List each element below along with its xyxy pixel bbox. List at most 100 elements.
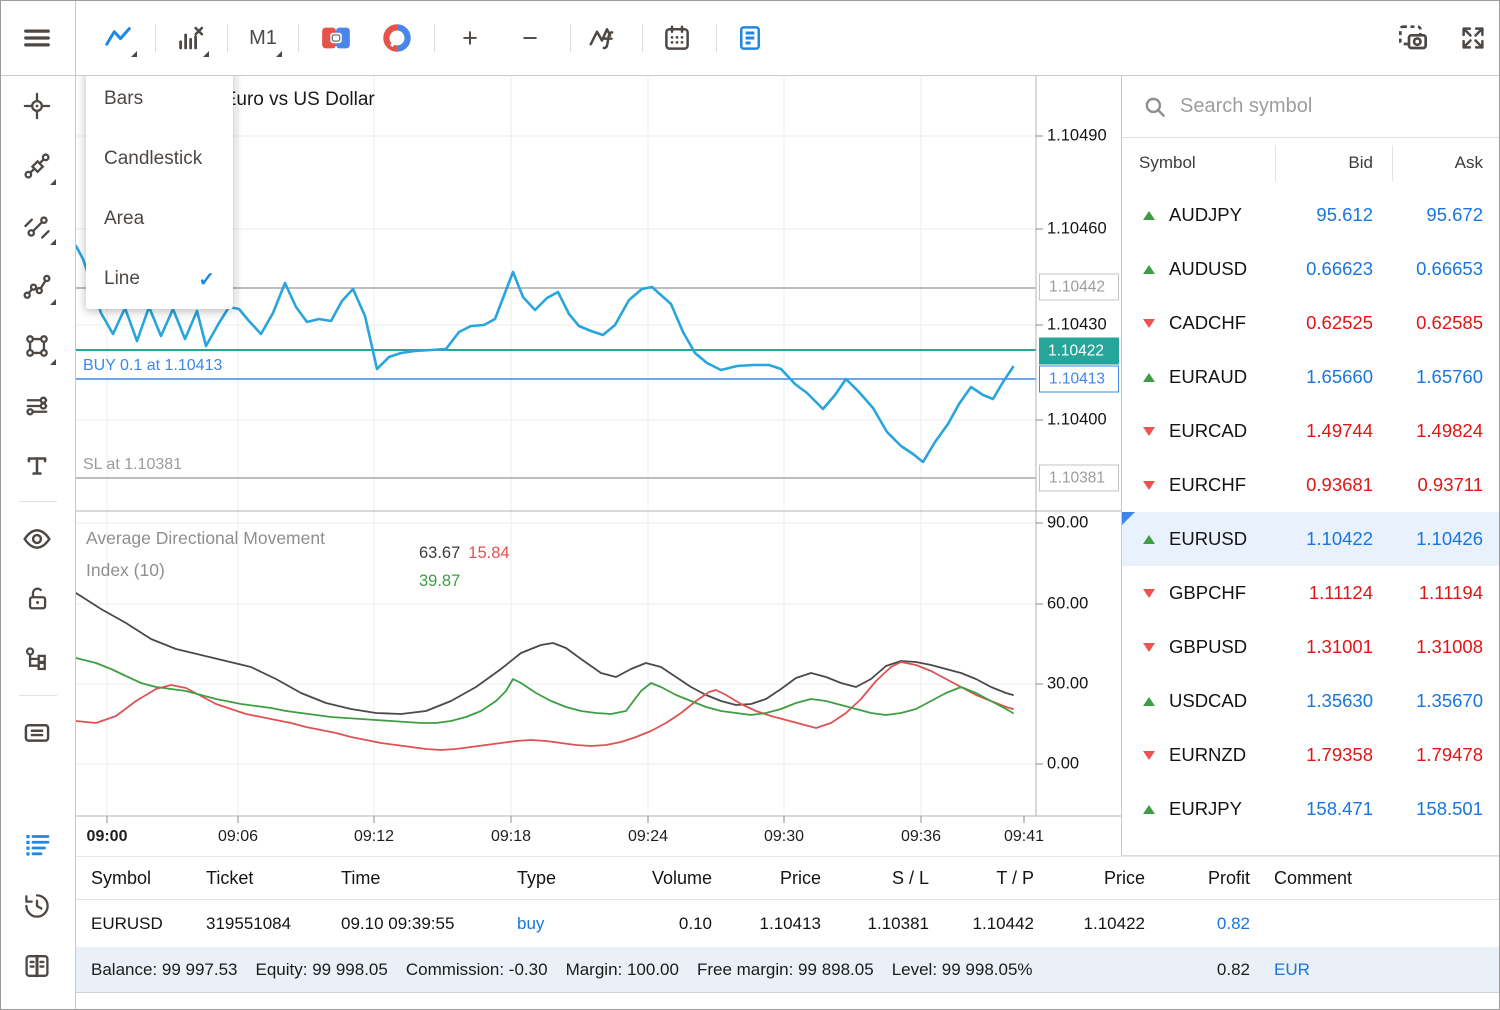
economic-calendar-button[interactable]	[655, 16, 699, 60]
bid-price: 1.31001	[1253, 636, 1373, 658]
ask-price: 1.10426	[1373, 528, 1483, 550]
header-tp[interactable]: T / P	[929, 868, 1034, 889]
main-menu-button[interactable]	[15, 16, 59, 60]
screenshot-button[interactable]	[1391, 16, 1435, 60]
horizontal-levels-icon	[22, 391, 52, 421]
market-watch-row[interactable]: EURJPY 158.471 158.501	[1122, 782, 1500, 836]
line-chart-icon	[103, 23, 133, 53]
trend-arrow-icon	[1143, 589, 1155, 598]
rectangle-shape-icon	[22, 331, 52, 361]
market-watch-row[interactable]: AUDJPY 95.612 95.672	[1122, 188, 1500, 242]
print-button[interactable]	[15, 710, 59, 754]
market-watch-row[interactable]: AUDUSD 0.66623 0.66653	[1122, 242, 1500, 296]
trade-tab-button[interactable]	[15, 822, 59, 866]
menu-item-label: Bars	[104, 88, 143, 110]
sidebar-divider	[19, 695, 57, 696]
zoom-out-button[interactable]: −	[508, 16, 552, 60]
trend-arrow-icon	[1143, 211, 1155, 220]
toolbar-divider	[716, 24, 717, 52]
toolbar-divider	[570, 24, 571, 52]
header-symbol[interactable]: Symbol	[91, 868, 206, 889]
text-icon	[22, 451, 52, 481]
drawing-tools-sidebar	[1, 76, 76, 1010]
account-currency[interactable]: EUR	[1274, 960, 1310, 980]
header-time[interactable]: Time	[341, 868, 517, 889]
market-watch-row[interactable]: EURCAD 1.49744 1.49824	[1122, 404, 1500, 458]
market-watch-row[interactable]: CADCHF 0.62525 0.62585	[1122, 296, 1500, 350]
window-layout-button[interactable]	[728, 16, 772, 60]
market-depth-button[interactable]	[375, 16, 419, 60]
market-watch-row[interactable]: EURNZD 1.79358 1.79478	[1122, 728, 1500, 782]
journal-tab-button[interactable]	[15, 944, 59, 988]
polyline-tool-button[interactable]	[15, 264, 59, 308]
price-axis-label: 1.10442	[1039, 274, 1119, 301]
header-price[interactable]: Price	[712, 868, 821, 889]
symbol-name: EURCAD	[1169, 420, 1247, 442]
header-type[interactable]: Type	[517, 868, 602, 889]
header-profit[interactable]: Profit	[1145, 868, 1250, 889]
search-icon	[1142, 94, 1168, 120]
price-axis-label: 1.10460	[1047, 216, 1107, 243]
history-tab-button[interactable]	[15, 884, 59, 928]
position-row[interactable]: EURUSD 319551084 09.10 09:39:55 buy 0.10…	[76, 900, 1500, 947]
account-metric: Commission: -0.30	[406, 960, 548, 979]
header-comment[interactable]: Comment	[1250, 868, 1500, 889]
indicator-axis-label: 60.00	[1047, 595, 1088, 614]
fullscreen-button[interactable]	[1451, 16, 1495, 60]
crosshair-icon	[22, 91, 52, 121]
ask-price: 1.79478	[1373, 744, 1483, 766]
header-ticket[interactable]: Ticket	[206, 868, 341, 889]
position-current-price: 1.10422	[1034, 914, 1145, 934]
price-axis-label: 1.10400	[1047, 407, 1107, 434]
column-divider	[1275, 145, 1276, 181]
bid-price: 1.49744	[1253, 420, 1373, 442]
market-watch-row[interactable]: USDCAD 1.35630 1.35670	[1122, 674, 1500, 728]
market-watch-row[interactable]: EURCHF 0.93681 0.93711	[1122, 458, 1500, 512]
trend-arrow-icon	[1143, 319, 1155, 328]
header-current-price[interactable]: Price	[1034, 868, 1145, 889]
chart-type-button[interactable]	[96, 16, 140, 60]
printer-icon	[21, 716, 53, 748]
lock-objects-button[interactable]	[15, 577, 59, 621]
object-visibility-button[interactable]	[15, 517, 59, 561]
chart-type-menu-item[interactable]: Candlestick	[86, 129, 233, 189]
depth-donut-icon	[382, 23, 412, 53]
market-watch-row[interactable]: EURAUD 1.65660 1.65760	[1122, 350, 1500, 404]
zoom-in-button[interactable]: +	[448, 16, 492, 60]
ask-price: 0.66653	[1373, 258, 1483, 280]
column-header-bid[interactable]: Bid	[1253, 153, 1373, 173]
toolbar-divider	[642, 24, 643, 52]
fibonacci-tool-button[interactable]	[15, 144, 59, 188]
top-toolbar: M1 + −	[1, 1, 1500, 76]
ask-price: 1.11194	[1373, 582, 1483, 604]
column-header-ask[interactable]: Ask	[1373, 153, 1483, 173]
calendar-icon	[662, 23, 692, 53]
symbol-search-bar	[1122, 76, 1500, 138]
market-watch-row[interactable]: GBPUSD 1.31001 1.31008	[1122, 620, 1500, 674]
timeframe-button[interactable]: M1	[241, 16, 285, 60]
chart-type-menu-item[interactable]: Line ✓	[86, 249, 233, 309]
shapes-tool-button[interactable]	[15, 324, 59, 368]
header-sl[interactable]: S / L	[821, 868, 929, 889]
chart-type-menu-item[interactable]: Bars	[86, 69, 233, 129]
objects-list-button[interactable]	[15, 637, 59, 681]
trend-arrow-icon	[1143, 805, 1155, 814]
total-profit: 0.82	[1145, 960, 1250, 980]
header-volume[interactable]: Volume	[602, 868, 712, 889]
search-input[interactable]	[1180, 95, 1460, 118]
market-watch-row[interactable]: EURUSD 1.10422 1.10426	[1122, 512, 1500, 566]
text-tool-button[interactable]	[15, 444, 59, 488]
account-metric: Free margin: 99 898.05	[697, 960, 874, 979]
trendline-tool-button[interactable]	[15, 204, 59, 248]
column-header-symbol[interactable]: Symbol	[1122, 153, 1253, 173]
crosshair-tool-button[interactable]	[15, 84, 59, 128]
one-click-trading-button[interactable]	[314, 16, 358, 60]
market-watch-row[interactable]: GBPCHF 1.11124 1.11194	[1122, 566, 1500, 620]
indicators-button[interactable]	[580, 16, 624, 60]
indicator-remove-button[interactable]	[168, 16, 212, 60]
time-axis-label: 09:00	[87, 828, 128, 846]
levels-tool-button[interactable]	[15, 384, 59, 428]
chart-type-menu-item[interactable]: Area	[86, 189, 233, 249]
unlock-icon	[22, 584, 52, 614]
sidebar-divider	[19, 501, 57, 502]
